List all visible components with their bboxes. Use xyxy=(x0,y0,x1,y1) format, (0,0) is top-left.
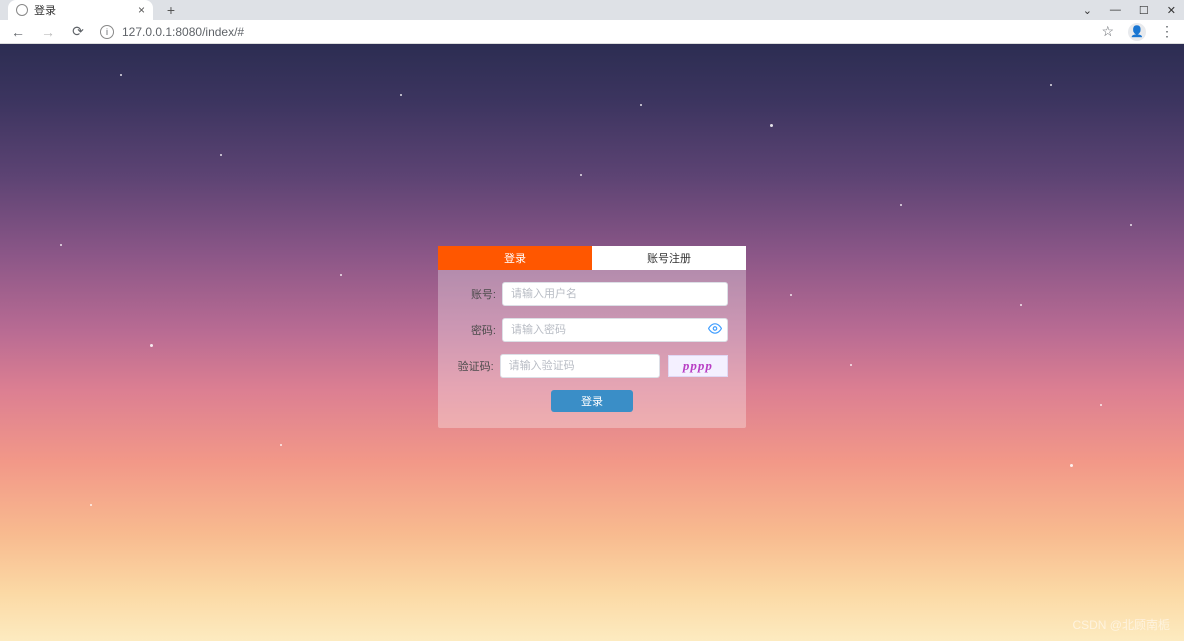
star-decoration xyxy=(790,294,792,296)
submit-row: 登录 xyxy=(456,390,728,412)
star-decoration xyxy=(900,204,902,206)
toolbar-right: ☆ 👤 ⋮ xyxy=(1101,23,1174,41)
page-content: 登录 账号注册 账号: 密码: 验证码: pppp xyxy=(0,44,1184,641)
window-controls: ⌄ — ☐ ✕ xyxy=(1083,4,1176,17)
star-decoration xyxy=(90,504,92,506)
window-maximize-icon[interactable]: ☐ xyxy=(1139,4,1149,17)
login-panel: 登录 账号注册 账号: 密码: 验证码: pppp xyxy=(438,246,746,428)
star-decoration xyxy=(1070,464,1073,467)
username-label: 账号: xyxy=(456,286,496,302)
login-form: 账号: 密码: 验证码: pppp 登录 xyxy=(438,270,746,428)
captcha-image[interactable]: pppp xyxy=(668,355,728,377)
password-label: 密码: xyxy=(456,322,496,338)
reload-button[interactable]: ⟳ xyxy=(70,23,86,40)
site-info-icon[interactable]: i xyxy=(100,25,114,39)
menu-icon[interactable]: ⋮ xyxy=(1160,23,1174,40)
username-row: 账号: xyxy=(456,282,728,306)
login-button[interactable]: 登录 xyxy=(551,390,633,412)
star-decoration xyxy=(640,104,642,106)
captcha-row: 验证码: pppp xyxy=(456,354,728,378)
url-text: 127.0.0.1:8080/index/# xyxy=(122,25,244,39)
star-decoration xyxy=(1050,84,1052,86)
profile-icon[interactable]: 👤 xyxy=(1128,23,1146,41)
url-bar[interactable]: i 127.0.0.1:8080/index/# xyxy=(100,25,1087,39)
address-bar: ← → ⟳ i 127.0.0.1:8080/index/# ☆ 👤 ⋮ xyxy=(0,20,1184,44)
tab-register[interactable]: 账号注册 xyxy=(592,246,746,270)
star-decoration xyxy=(580,174,582,176)
tab-bar: 登录 × + ⌄ — ☐ ✕ xyxy=(0,0,1184,20)
star-decoration xyxy=(280,444,282,446)
password-row: 密码: xyxy=(456,318,728,342)
forward-button[interactable]: → xyxy=(40,24,56,40)
star-decoration xyxy=(60,244,62,246)
star-decoration xyxy=(120,74,122,76)
password-input[interactable] xyxy=(502,318,728,342)
star-decoration xyxy=(400,94,402,96)
browser-tab[interactable]: 登录 × xyxy=(8,0,153,20)
window-minimize-icon[interactable]: — xyxy=(1110,4,1121,17)
tab-login[interactable]: 登录 xyxy=(438,246,592,270)
toggle-password-icon[interactable] xyxy=(708,321,722,338)
star-decoration xyxy=(150,344,153,347)
auth-tabs: 登录 账号注册 xyxy=(438,246,746,270)
star-decoration xyxy=(1100,404,1102,406)
new-tab-button[interactable]: + xyxy=(161,0,181,20)
captcha-input[interactable] xyxy=(500,354,660,378)
globe-icon xyxy=(16,4,28,16)
captcha-label: 验证码: xyxy=(456,358,494,374)
watermark: CSDN @北顾南栀 xyxy=(1072,616,1170,633)
star-decoration xyxy=(340,274,342,276)
close-tab-icon[interactable]: × xyxy=(138,3,145,17)
window-dropdown-icon[interactable]: ⌄ xyxy=(1083,4,1092,17)
star-decoration xyxy=(1130,224,1132,226)
tab-title: 登录 xyxy=(34,2,132,18)
star-decoration xyxy=(850,364,852,366)
star-decoration xyxy=(770,124,773,127)
username-input[interactable] xyxy=(502,282,728,306)
star-decoration xyxy=(220,154,222,156)
bookmark-icon[interactable]: ☆ xyxy=(1101,23,1114,40)
window-close-icon[interactable]: ✕ xyxy=(1167,4,1176,17)
star-decoration xyxy=(1020,304,1022,306)
browser-chrome: 登录 × + ⌄ — ☐ ✕ ← → ⟳ i 127.0.0.1:8080/in… xyxy=(0,0,1184,44)
back-button[interactable]: ← xyxy=(10,24,26,40)
